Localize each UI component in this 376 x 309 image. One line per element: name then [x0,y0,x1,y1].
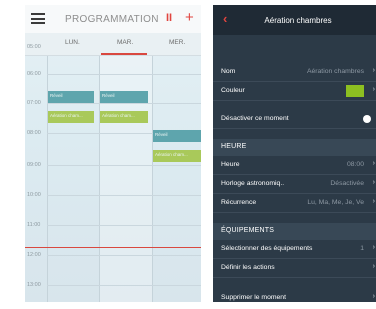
pause-icon[interactable]: II [166,12,172,24]
event-block[interactable]: Aération cham... [100,111,148,123]
time-label: 06:00 [27,71,41,77]
row-recurrence[interactable]: Récurrence Lu, Ma, Me, Je, Ve › [213,194,376,213]
day-header-row: LUN. MAR. MER. [25,33,201,56]
row-horloge[interactable]: Horloge astronomiq.. Désactivée › [213,175,376,194]
toggle-switch[interactable] [363,115,371,123]
row-label: Désactiver ce moment [221,115,289,122]
time-label: 10:00 [27,192,41,198]
chevron-right-icon: › [372,86,375,93]
schedule-screen: PROGRAMMATION II + LUN. MAR. MER. 05:00 … [25,5,201,302]
chevron-right-icon: › [372,198,375,205]
row-definir[interactable]: Définir les actions › [213,259,376,278]
event-block[interactable]: Réveil [48,91,94,103]
row-value: Lu, Ma, Me, Je, Ve [307,199,364,206]
event-block[interactable]: Réveil [100,91,148,103]
color-swatch [346,85,364,97]
hour-line [47,165,201,166]
row-label: Nom [221,68,236,75]
time-label: 05:00 [27,44,41,50]
section-equipements: ÉQUIPEMENTS [213,223,376,240]
time-label: 09:00 [27,162,41,168]
row-label: Heure [221,161,240,168]
section-heure: HEURE [213,139,376,156]
hour-line [47,103,201,104]
schedule-header: PROGRAMMATION II + [25,5,201,33]
detail-header: ‹ Aération chambres [213,5,376,35]
time-label: 07:00 [27,100,41,106]
hour-line [47,285,201,286]
selected-day-indicator [101,53,147,55]
back-icon[interactable]: ‹ [223,11,227,26]
chevron-right-icon: › [372,293,375,300]
row-label: Récurrence [221,199,257,206]
day-wednesday[interactable]: MER. [169,39,185,46]
add-icon[interactable]: + [185,9,194,26]
chevron-right-icon: › [372,244,375,251]
row-label: Horloge astronomiq.. [221,180,285,187]
section-label: ÉQUIPEMENTS [221,227,275,234]
row-nom[interactable]: Nom Aération chambres › [213,63,376,82]
event-block[interactable]: Aération cham... [153,150,201,162]
row-label: Sélectionner des équipements [221,245,313,252]
moment-detail-screen: ‹ Aération chambres Nom Aération chambre… [213,5,376,302]
hour-line [47,255,201,256]
time-label: 12:00 [27,252,41,258]
detail-title: Aération chambres [264,16,332,25]
row-couleur[interactable]: Couleur › [213,82,376,101]
event-block[interactable]: Aération cham... [48,111,94,123]
hamburger-icon[interactable] [31,13,45,24]
chevron-right-icon: › [372,160,375,167]
time-label: 08:00 [27,130,41,136]
row-supprimer[interactable]: Supprimer le moment › [213,289,376,302]
hour-line [47,74,201,75]
event-block[interactable]: Réveil [153,130,201,142]
hour-line [47,225,201,226]
chevron-right-icon: › [372,67,375,74]
row-value: 08:00 [346,161,364,168]
row-value: Désactivée [330,180,364,187]
chevron-right-icon: › [372,263,375,270]
section-label: HEURE [221,143,247,150]
hour-line [47,195,201,196]
row-heure[interactable]: Heure 08:00 › [213,156,376,175]
time-label: 11:00 [27,222,41,228]
row-value: 1 [360,245,364,252]
day-tuesday[interactable]: MAR. [117,39,133,46]
current-time-line [25,247,201,248]
row-desactiver[interactable]: Désactiver ce moment [213,110,376,129]
row-value: Aération chambres [306,68,364,75]
row-label: Couleur [221,87,245,94]
day-monday[interactable]: LUN. [65,39,80,46]
chevron-right-icon: › [372,179,375,186]
row-label: Supprimer le moment [221,294,286,301]
row-label: Définir les actions [221,264,275,271]
row-selectionner[interactable]: Sélectionner des équipements 1 › [213,240,376,259]
page-title: PROGRAMMATION [65,14,159,25]
time-label: 13:00 [27,282,41,288]
